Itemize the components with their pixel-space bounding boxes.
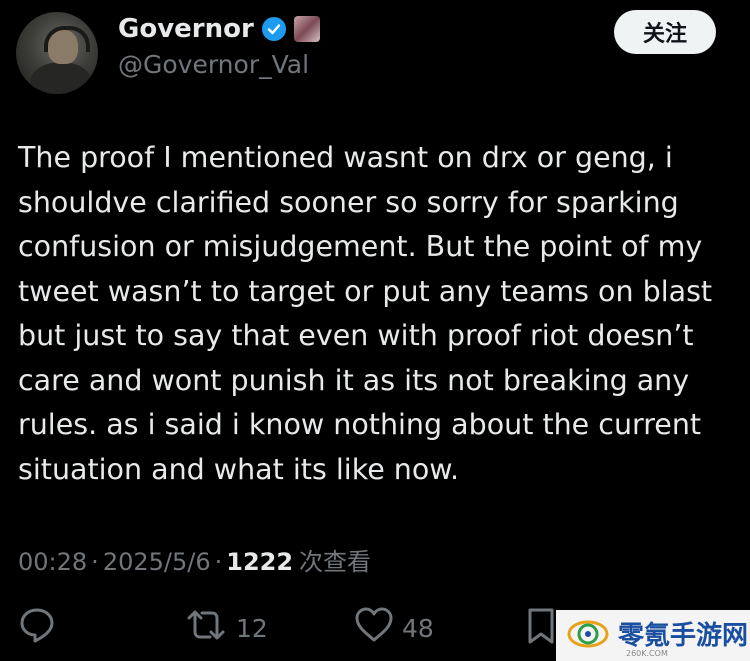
retweet-count: 12 (236, 613, 268, 643)
meta-separator: · (214, 548, 223, 576)
like-icon (354, 606, 394, 650)
avatar[interactable] (16, 12, 98, 94)
name-row: Governor (118, 14, 320, 44)
user-handle[interactable]: @Governor_Val (118, 50, 309, 79)
tweet-text: The proof I mentioned wasnt on drx or ge… (18, 141, 713, 486)
reply-icon (18, 606, 56, 650)
follow-button[interactable]: 关注 (614, 10, 716, 54)
like-count: 48 (402, 613, 434, 643)
bookmark-icon (526, 606, 556, 652)
tweet-date[interactable]: 2025/5/6 (103, 548, 211, 576)
tweet-meta: 00:28 · 2025/5/6 · 1222 次查看 (18, 542, 371, 577)
views-label: 次查看 (299, 548, 372, 576)
watermark-sub: 260K.COM (626, 649, 668, 658)
verified-icon (261, 17, 286, 41)
like-button[interactable]: 48 (354, 606, 434, 650)
watermark-logo-icon (566, 616, 610, 656)
affiliation-badge-icon[interactable] (293, 16, 320, 42)
site-watermark: 零氪手游网 260K.COM (556, 610, 750, 661)
views-count: 1222 (226, 548, 294, 576)
meta-separator: · (91, 548, 99, 576)
watermark-text: 零氪手游网 (618, 620, 749, 651)
retweet-icon (184, 606, 228, 650)
reply-button[interactable] (18, 606, 64, 650)
tweet-time[interactable]: 00:28 (18, 548, 87, 576)
retweet-button[interactable]: 12 (184, 606, 268, 650)
display-name[interactable]: Governor (118, 14, 254, 44)
bookmark-button[interactable] (526, 606, 556, 652)
